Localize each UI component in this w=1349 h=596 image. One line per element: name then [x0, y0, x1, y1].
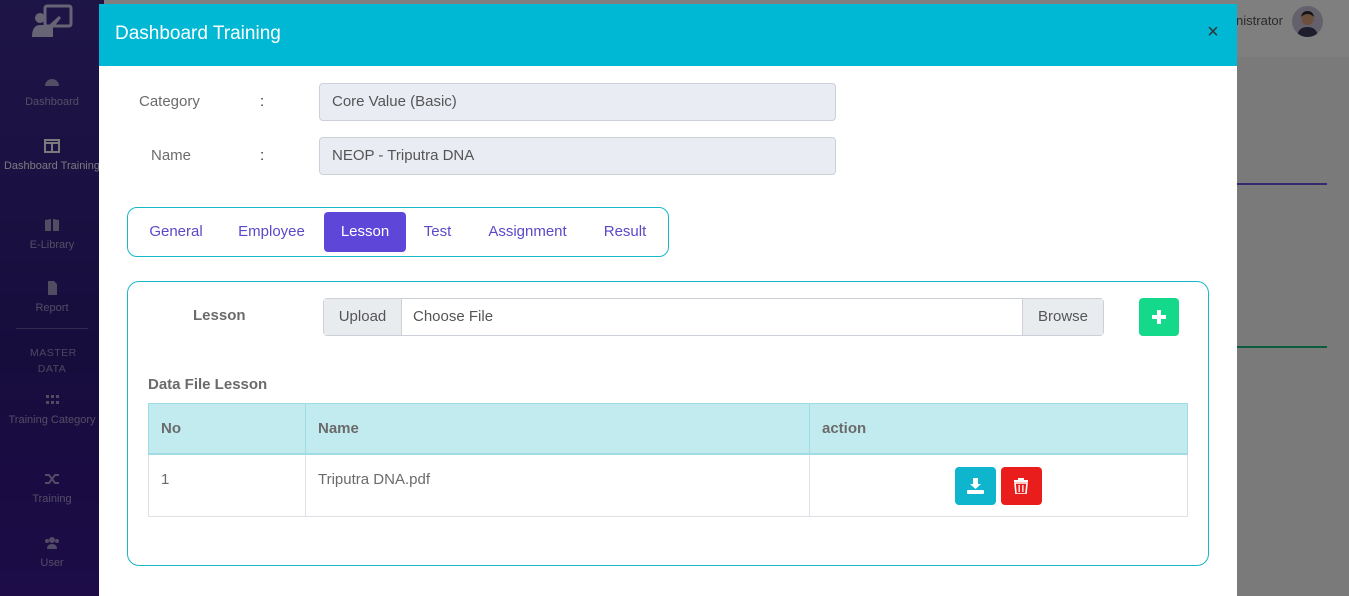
cell-name: Triputra DNA.pdf: [305, 453, 810, 517]
tab-bar: General Employee Lesson Test Assignment …: [127, 207, 669, 257]
modal-title: Dashboard Training: [115, 23, 281, 44]
cell-actions: [809, 453, 1188, 517]
table-row: 1 Triputra DNA.pdf: [148, 453, 1188, 517]
cell-no: 1: [148, 453, 306, 517]
choose-file-placeholder[interactable]: Choose File: [413, 299, 493, 335]
lesson-label: Lesson: [193, 307, 246, 324]
browse-button[interactable]: Browse: [1022, 299, 1103, 335]
category-colon: :: [260, 93, 265, 110]
column-header-action: action: [809, 403, 1188, 455]
lesson-panel: Lesson Upload Choose File Browse Data Fi…: [127, 281, 1209, 566]
plus-icon: [1152, 310, 1166, 324]
close-icon: ×: [1207, 21, 1219, 43]
table-title: Data File Lesson: [148, 376, 268, 393]
download-icon: [966, 477, 984, 494]
upload-addon: Upload: [324, 299, 402, 335]
lesson-files-table: No Name action 1 Triputra DNA.pdf: [148, 403, 1188, 517]
tab-test[interactable]: Test: [415, 212, 460, 252]
name-field[interactable]: NEOP - Triputra DNA: [319, 137, 836, 175]
tab-employee[interactable]: Employee: [227, 212, 316, 252]
dashboard-training-modal: Dashboard Training × Category : Core Val…: [99, 4, 1237, 596]
name-label: Name: [151, 147, 192, 164]
modal-header: Dashboard Training ×: [99, 4, 1237, 66]
add-lesson-button[interactable]: [1139, 298, 1179, 336]
column-header-no: No: [148, 403, 306, 455]
file-upload-input[interactable]: Upload Choose File Browse: [323, 298, 1104, 336]
close-button[interactable]: ×: [1203, 22, 1223, 42]
delete-button[interactable]: [1001, 466, 1043, 505]
category-label: Category: [139, 93, 200, 110]
tab-assignment[interactable]: Assignment: [476, 212, 579, 252]
trash-icon: [1014, 477, 1029, 494]
category-field[interactable]: Core Value (Basic): [319, 83, 836, 121]
table-header-row: No Name action: [148, 403, 1188, 455]
tab-general[interactable]: General: [140, 212, 212, 252]
column-header-name: Name: [305, 403, 810, 455]
tab-lesson[interactable]: Lesson: [324, 212, 406, 252]
tab-result[interactable]: Result: [594, 212, 656, 252]
download-button[interactable]: [954, 466, 996, 505]
name-colon: :: [260, 147, 265, 164]
